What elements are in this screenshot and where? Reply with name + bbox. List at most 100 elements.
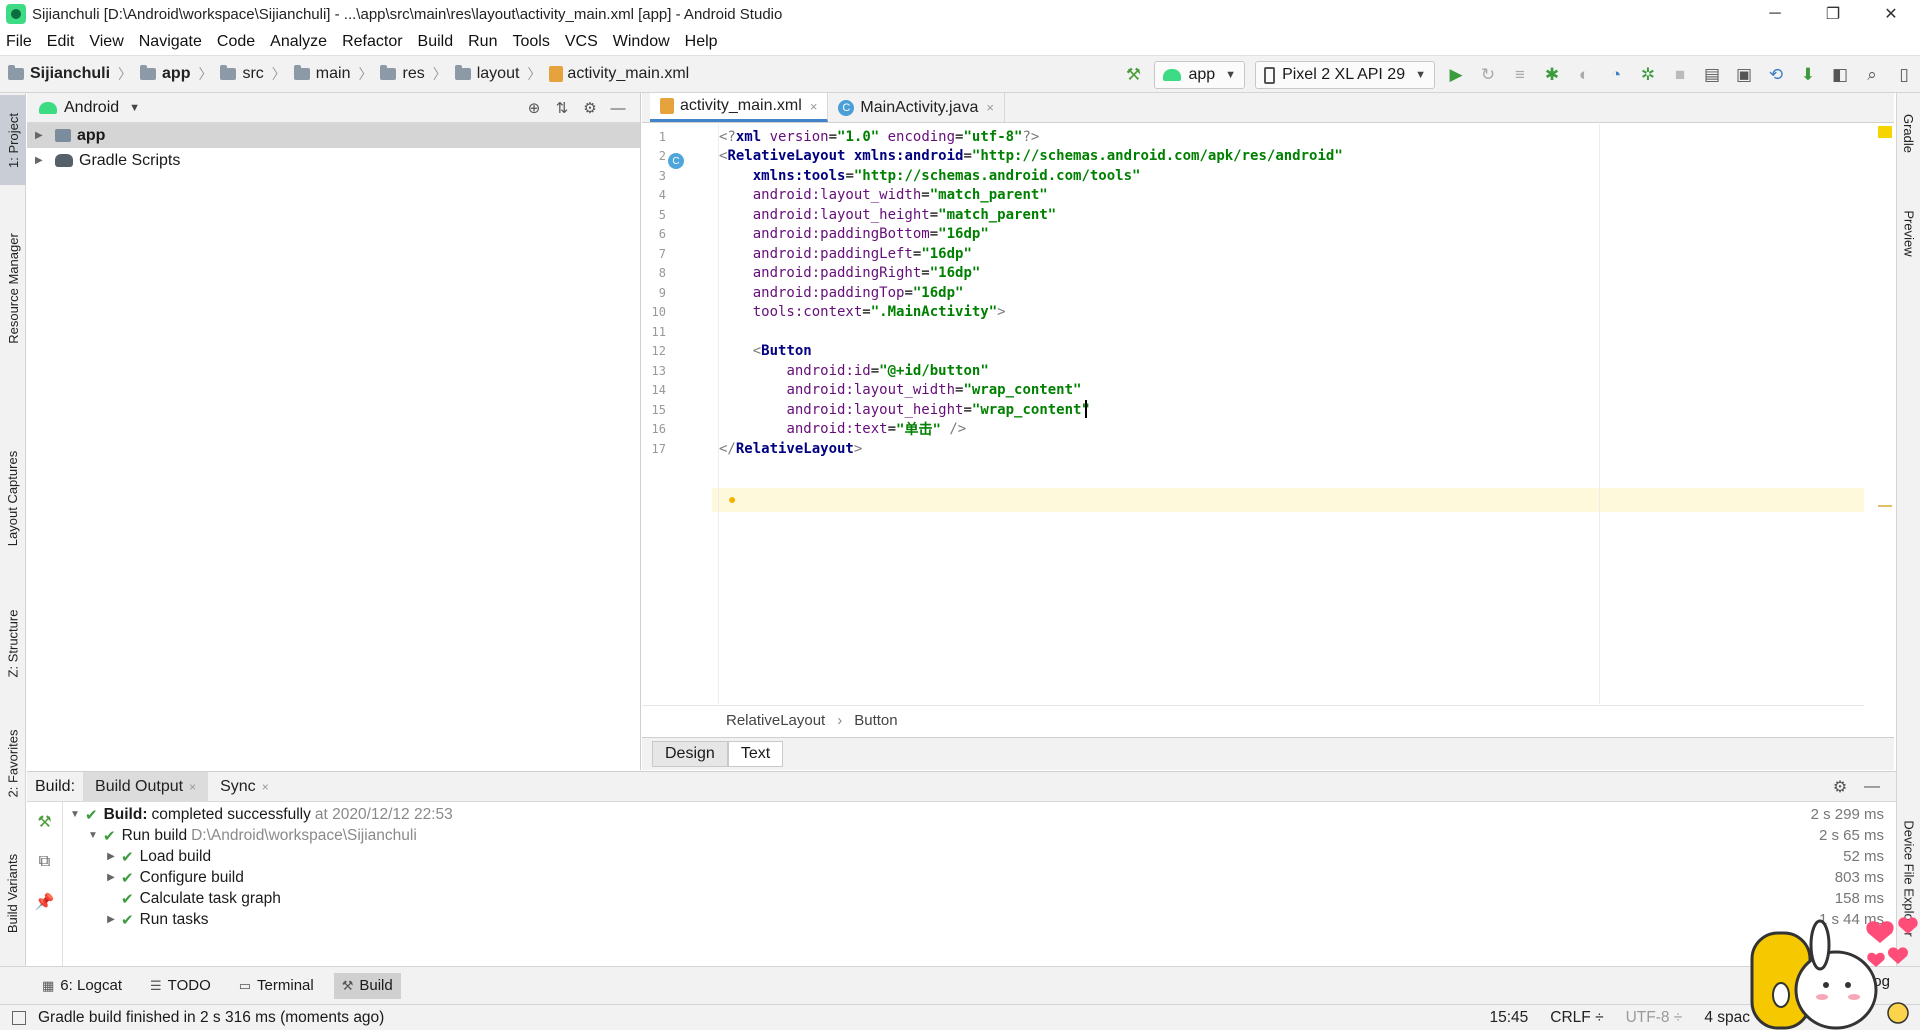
expand-arrow-icon[interactable]: ▶ bbox=[35, 155, 49, 166]
right-edge-icon[interactable]: ▯ bbox=[1890, 61, 1918, 89]
tool-tab-favorites[interactable]: 2: Favorites bbox=[0, 723, 26, 803]
tool-tab-project[interactable]: 1: Project bbox=[0, 95, 26, 185]
run-config-select[interactable]: app ▼ bbox=[1154, 61, 1246, 89]
warning-marker[interactable] bbox=[1878, 126, 1892, 138]
avd-manager-icon[interactable]: ▣ bbox=[1730, 61, 1758, 89]
stop-icon[interactable]: ■ bbox=[1666, 61, 1694, 89]
tool-tab-layout-captures[interactable]: Layout Captures bbox=[0, 433, 26, 563]
search-icon[interactable]: ⌕ bbox=[1858, 61, 1886, 89]
menu-tools[interactable]: Tools bbox=[512, 33, 549, 51]
gear-icon[interactable]: ⚙ bbox=[576, 99, 604, 117]
menu-analyze[interactable]: Analyze bbox=[270, 33, 327, 51]
tab-build-output[interactable]: Build Output × bbox=[83, 771, 209, 802]
menu-refactor[interactable]: Refactor bbox=[342, 33, 402, 51]
code-line[interactable]: < RelativeLayout xmlns:android = "http://sc… bbox=[719, 147, 1343, 167]
close-tab-icon[interactable]: × bbox=[986, 100, 994, 115]
tool-windows-toggle-icon[interactable] bbox=[12, 1010, 26, 1025]
breadcrumb-button[interactable]: Button bbox=[854, 712, 897, 729]
hide-icon[interactable]: — bbox=[1856, 778, 1888, 796]
expand-arrow-icon[interactable]: ▶ bbox=[101, 851, 121, 862]
maximize-button[interactable]: ❐ bbox=[1804, 0, 1862, 28]
crumb-project[interactable]: Sijianchuli 〉 bbox=[8, 64, 132, 84]
code-line[interactable]: android:paddingLeft = "16dp" bbox=[719, 244, 972, 264]
caret-position[interactable]: 15:45 bbox=[1490, 1009, 1529, 1027]
menu-file[interactable]: File bbox=[6, 33, 32, 51]
collapse-all-icon[interactable]: ⇅ bbox=[548, 99, 576, 117]
tree-item-gradle-scripts[interactable]: ▶ Gradle Scripts bbox=[27, 148, 640, 173]
indent-setting[interactable]: 4 spac bbox=[1704, 1009, 1750, 1027]
tool-tab-resource-manager[interactable]: Resource Manager bbox=[0, 218, 26, 358]
collapse-arrow-icon[interactable]: ▼ bbox=[83, 830, 103, 841]
rerun-icon[interactable]: ↻ bbox=[1474, 61, 1502, 89]
tool-window-todo[interactable]: ☰ TODO bbox=[142, 973, 219, 999]
menu-code[interactable]: Code bbox=[217, 33, 255, 51]
close-button[interactable]: ✕ bbox=[1862, 0, 1920, 28]
minimize-button[interactable]: ─ bbox=[1746, 0, 1804, 28]
code-line[interactable]: android:layout_width = "match_parent" bbox=[719, 186, 1048, 206]
menu-edit[interactable]: Edit bbox=[47, 33, 75, 51]
tool-tab-structure[interactable]: Z: Structure bbox=[0, 598, 26, 688]
sdk-manager-icon[interactable]: ⬇ bbox=[1794, 61, 1822, 89]
expand-arrow-icon[interactable]: ▶ bbox=[101, 872, 121, 883]
tab-design[interactable]: Design bbox=[652, 741, 728, 767]
build-row[interactable]: ▼ ✔ Build: completed successfully at 202… bbox=[65, 804, 1896, 825]
tab-activity-main-xml[interactable]: activity_main.xml × bbox=[650, 93, 829, 122]
tab-main-activity-java[interactable]: C MainActivity.java × bbox=[828, 93, 1005, 122]
toggle-view-icon[interactable]: ⧉ bbox=[27, 842, 62, 882]
tool-window-logcat[interactable]: ▦ 6: Logcat bbox=[34, 973, 130, 999]
code-line[interactable]: android:paddingRight = "16dp" bbox=[719, 264, 981, 284]
code-line[interactable]: xmlns:tools = "http://schemas.android.com/… bbox=[719, 166, 1141, 186]
menu-view[interactable]: View bbox=[89, 33, 123, 51]
attach-debugger-icon[interactable]: ✲ bbox=[1634, 61, 1662, 89]
tab-sync[interactable]: Sync × bbox=[208, 772, 281, 802]
make-project-icon[interactable]: ⚒ bbox=[1119, 61, 1147, 89]
menu-build[interactable]: Build bbox=[418, 33, 454, 51]
code-line[interactable]: android:paddingTop = "16dp" bbox=[719, 283, 964, 303]
code-line[interactable]: android:layout_height = "wrap_content" bbox=[719, 400, 1089, 420]
code-line[interactable]: < Button bbox=[719, 342, 812, 362]
apply-changes-icon[interactable]: ≡ bbox=[1506, 61, 1534, 89]
layout-inspector-icon[interactable]: ◧ bbox=[1826, 61, 1854, 89]
code-line[interactable]: android:layout_height = "match_parent" bbox=[719, 205, 1056, 225]
close-tab-icon[interactable]: × bbox=[810, 99, 818, 114]
debug-icon[interactable]: ✱ bbox=[1538, 61, 1566, 89]
caret-marker[interactable] bbox=[1878, 505, 1892, 507]
sync-gradle-icon[interactable]: ⟲ bbox=[1762, 61, 1790, 89]
code-line[interactable]: android:text = "单击" /> bbox=[719, 420, 966, 440]
crumb-app[interactable]: app 〉 bbox=[140, 64, 212, 84]
profiler-icon[interactable]: ◔ bbox=[1602, 61, 1630, 89]
run-icon[interactable]: ▶ bbox=[1442, 61, 1470, 89]
tree-item-app[interactable]: ▶ app bbox=[27, 123, 640, 148]
code-line[interactable]: android:layout_width = "wrap_content" bbox=[719, 381, 1081, 401]
code-line[interactable]: tools:context = ".MainActivity" > bbox=[719, 303, 1006, 323]
code-line[interactable]: </RelativeLayout > bbox=[719, 439, 862, 459]
expand-arrow-icon[interactable]: ▶ bbox=[101, 914, 121, 925]
class-gutter-icon[interactable]: C bbox=[668, 153, 684, 169]
code-area[interactable]: C ● 1 2 3 4 5 6 7 8 9 10 11 12 13 14 15 16 17 <? xml vers… bbox=[642, 124, 1894, 704]
breadcrumb-relative-layout[interactable]: RelativeLayout bbox=[726, 712, 825, 729]
expand-arrow-icon[interactable]: ▶ bbox=[35, 130, 49, 141]
hammer-icon[interactable]: ⚒ bbox=[27, 802, 62, 842]
locate-icon[interactable]: ⊕ bbox=[520, 99, 548, 117]
gear-icon[interactable]: ⚙ bbox=[1824, 777, 1856, 797]
crumb-main[interactable]: main 〉 bbox=[293, 64, 372, 84]
profile-icon[interactable]: ◐ bbox=[1570, 61, 1598, 89]
tool-window-terminal[interactable]: ▭ Terminal bbox=[231, 973, 322, 999]
crumb-file[interactable]: activity_main.xml bbox=[549, 65, 689, 83]
crumb-res[interactable]: res 〉 bbox=[380, 64, 447, 84]
code-line[interactable]: <? xml version = "1.0" encoding = "utf-8" ?> bbox=[719, 127, 1039, 147]
collapse-arrow-icon[interactable]: ▼ bbox=[65, 809, 85, 820]
tool-tab-gradle[interactable]: Gradle bbox=[1897, 98, 1920, 168]
crumb-src[interactable]: src 〉 bbox=[220, 64, 286, 84]
menu-run[interactable]: Run bbox=[468, 33, 497, 51]
menu-window[interactable]: Window bbox=[613, 33, 670, 51]
code-line[interactable]: android:paddingBottom = "16dp" bbox=[719, 225, 989, 245]
code-line[interactable]: android:id = "@+id/button" bbox=[719, 361, 988, 381]
crumb-layout[interactable]: layout 〉 bbox=[454, 64, 541, 84]
hide-icon[interactable]: — bbox=[604, 100, 632, 117]
project-structure-icon[interactable]: ▤ bbox=[1698, 61, 1726, 89]
tool-tab-build-variants[interactable]: Build Variants bbox=[0, 843, 26, 943]
device-select[interactable]: Pixel 2 XL API 29 ▼ bbox=[1255, 61, 1435, 89]
close-icon[interactable]: × bbox=[262, 780, 269, 794]
close-icon[interactable]: × bbox=[189, 780, 196, 794]
